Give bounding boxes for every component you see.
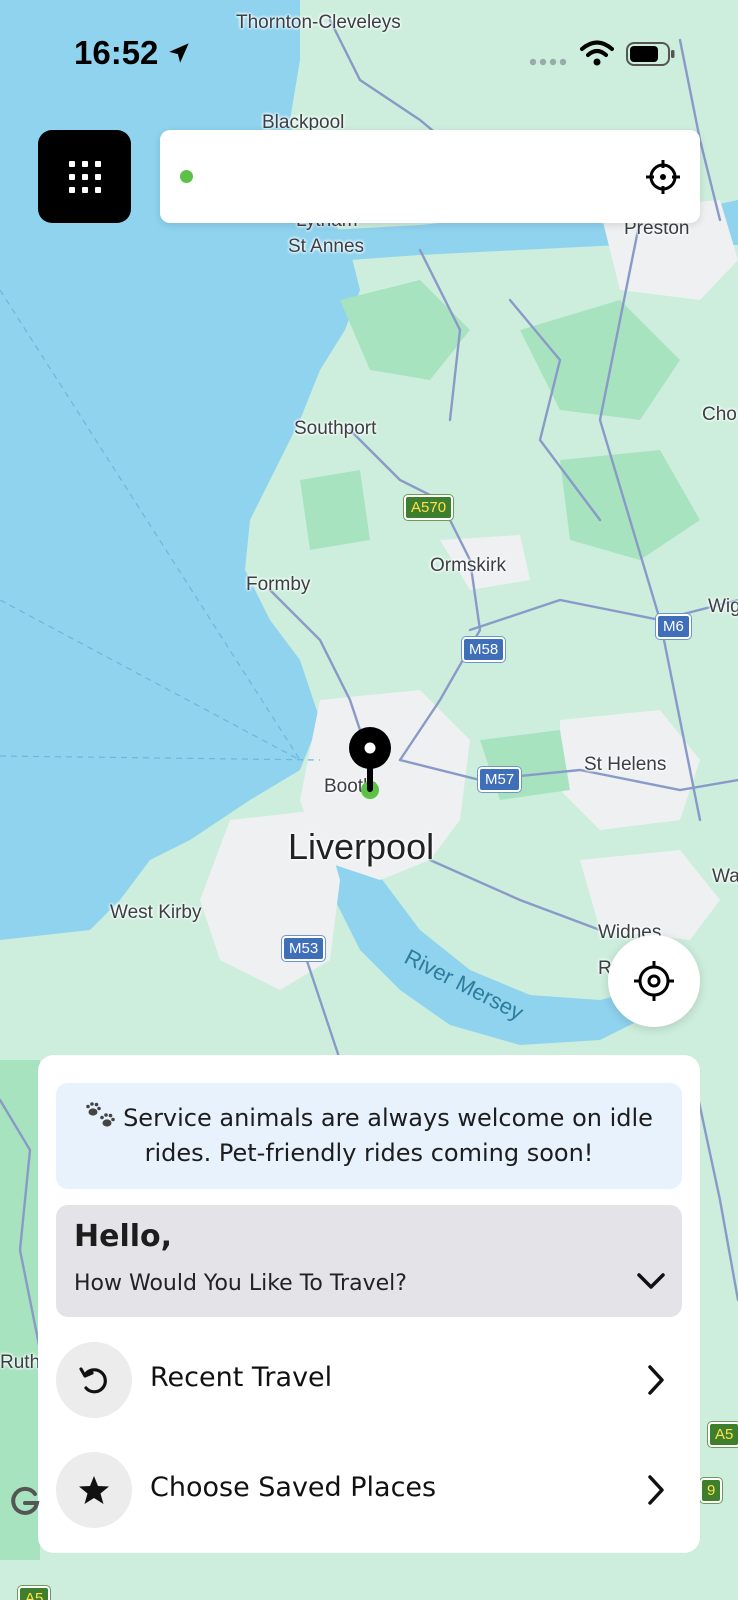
saved-places-label: Choose Saved Places (150, 1472, 437, 1503)
map-label-cho: Cho (702, 404, 737, 425)
search-input[interactable] (204, 152, 624, 202)
map-label-liverpool: Liverpool (288, 826, 435, 867)
recent-travel-label: Recent Travel (150, 1362, 333, 1393)
menu-button[interactable] (38, 130, 131, 223)
history-icon (79, 1367, 107, 1394)
grid-icon (68, 160, 101, 193)
star-icon (79, 1476, 109, 1504)
wifi-icon (580, 40, 614, 66)
greeting-title: Hello, (74, 1219, 173, 1254)
road-badge-a570: A570 (404, 495, 454, 520)
status-dot (180, 170, 193, 183)
notice-text: Service animals are always welcome on id… (123, 1104, 653, 1167)
saved-places-row[interactable]: Choose Saved Places (56, 1452, 682, 1528)
map-label-wa: Wa (712, 866, 738, 887)
road-badge-m58: M58 (462, 637, 506, 662)
signal-dots-icon (529, 58, 567, 66)
recent-travel-row[interactable]: Recent Travel (56, 1342, 682, 1418)
location-arrow-icon (169, 43, 189, 63)
road-badge-9: 9 (700, 1478, 723, 1503)
map-label-ruth: Ruth (0, 1352, 41, 1373)
star-icon-wrap (56, 1452, 132, 1528)
road-badge-m53: M53 (282, 936, 326, 961)
chevron-right-icon (648, 1365, 664, 1395)
travel-mode-dropdown[interactable]: Hello, How Would You Like To Travel? (56, 1205, 682, 1317)
map-pin-icon[interactable] (348, 726, 392, 800)
target-icon (634, 961, 674, 1001)
map-label-wig: Wig (708, 596, 738, 617)
road-badge-a5-bottom: A5 (18, 1586, 51, 1600)
map-label-st-annes: St Annes (288, 236, 365, 257)
status-bar: 16:52 (0, 0, 738, 100)
map-label-southport: Southport (294, 418, 377, 439)
crosshair-icon (646, 160, 680, 194)
chevron-down-icon (637, 1273, 665, 1289)
location-search-box[interactable] (160, 130, 700, 223)
travel-sheet: Service animals are always welcome on id… (38, 1055, 700, 1553)
status-time: 16:52 (74, 34, 159, 71)
chevron-right-icon (648, 1475, 664, 1505)
road-badge-m6: M6 (656, 614, 691, 639)
paw-prints-icon (86, 1102, 115, 1127)
road-badge-m57: M57 (478, 767, 522, 792)
map-label-formby: Formby (246, 574, 311, 595)
battery-icon (626, 42, 675, 66)
google-logo-icon (11, 1486, 40, 1515)
road-badge-a5: A5 (708, 1422, 738, 1447)
map-label-ormskirk: Ormskirk (430, 555, 506, 576)
recenter-button[interactable] (608, 935, 700, 1027)
history-icon-wrap (56, 1342, 132, 1418)
map-label-st-helens: St Helens (584, 754, 667, 775)
map-label-west-kirby: West Kirby (110, 902, 202, 923)
crosshair-button[interactable] (644, 158, 682, 196)
service-animals-notice: Service animals are always welcome on id… (56, 1083, 682, 1189)
greeting-subtitle: How Would You Like To Travel? (74, 1271, 407, 1296)
